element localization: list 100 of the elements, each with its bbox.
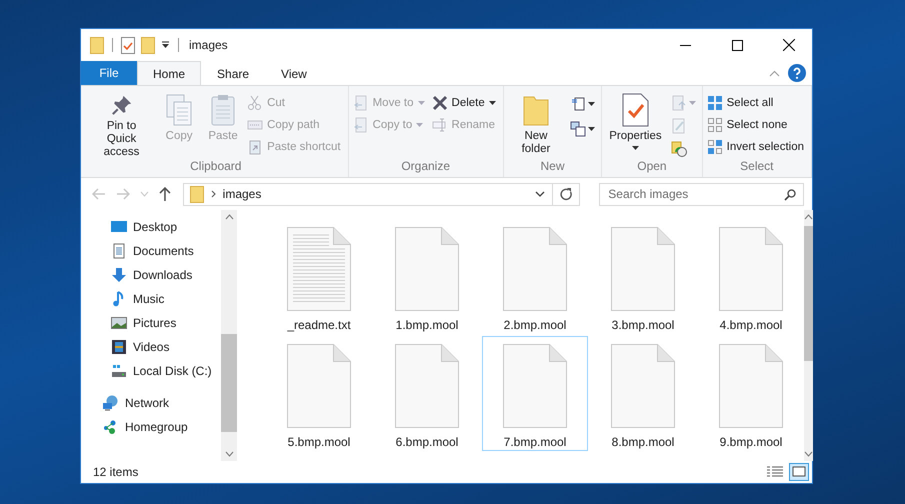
customize-dropdown-icon[interactable]	[161, 41, 170, 49]
nav-label: Downloads	[133, 268, 192, 282]
select-all-icon	[706, 94, 723, 110]
file-item[interactable]: 1.bmp.mool	[374, 219, 480, 334]
group-label: Select	[739, 159, 774, 175]
help-icon[interactable]	[788, 64, 806, 82]
file-item[interactable]: 7.bmp.mool	[482, 336, 588, 451]
ribbon-button[interactable]: Select all	[706, 93, 807, 112]
nav-item[interactable]: Pictures	[81, 311, 221, 335]
nav-item[interactable]: Desktop	[81, 215, 221, 239]
nav-item[interactable]: Downloads	[81, 263, 221, 287]
file-icon	[287, 344, 351, 428]
file-menu-tab[interactable]: File	[81, 61, 137, 85]
nav-label: Network	[125, 396, 170, 410]
file-item[interactable]: 9.bmp.mool	[698, 336, 804, 451]
group-label: Clipboard	[189, 159, 242, 175]
paste-shortcut-icon	[247, 138, 264, 154]
caret-icon	[688, 101, 696, 105]
nav-item[interactable]: Network	[81, 391, 221, 415]
file-name: 2.bmp.mool	[504, 318, 566, 332]
nav-label: Homegroup	[125, 420, 188, 434]
path-text: images	[222, 187, 262, 201]
rename-icon	[432, 116, 448, 132]
close-icon	[783, 39, 795, 51]
network-icon	[103, 395, 119, 411]
file-item[interactable]: 4.bmp.mool	[698, 219, 804, 334]
nav-label: Desktop	[133, 220, 178, 234]
scroll-down-icon[interactable]	[224, 451, 234, 457]
file-name: 4.bmp.mool	[720, 318, 782, 332]
file-name: 5.bmp.mool	[288, 435, 350, 449]
chevron-icon	[210, 190, 216, 198]
group-label: Organize	[400, 159, 452, 175]
file-item[interactable]: 2.bmp.mool	[482, 219, 588, 334]
file-item[interactable]: 5.bmp.mool	[266, 336, 372, 451]
nav-item[interactable]: Music	[81, 287, 221, 311]
cut-icon	[247, 94, 264, 110]
documents-icon	[111, 243, 127, 259]
ribbon-button[interactable]: New folder	[508, 89, 564, 159]
scroll-up-icon[interactable]	[804, 214, 813, 220]
group-label: New	[539, 159, 566, 175]
scrollbar[interactable]	[221, 210, 237, 461]
ribbon-button[interactable]: Select none	[706, 115, 807, 134]
nav-item[interactable]: Videos	[81, 335, 221, 359]
pictures-icon	[111, 315, 127, 331]
nav-item[interactable]: Homegroup	[81, 415, 221, 439]
ribbon-button[interactable]: Delete	[432, 93, 499, 112]
nav-item[interactable]: Documents	[81, 239, 221, 263]
item-count: 12 items	[93, 465, 138, 479]
file-item[interactable]: 3.bmp.mool	[590, 219, 696, 334]
file-icon	[395, 227, 459, 311]
file-icon	[611, 344, 675, 428]
scroll-thumb[interactable]	[221, 334, 237, 432]
file-icon	[503, 344, 567, 428]
folder-icon[interactable]	[90, 36, 104, 54]
details-view-icon[interactable]	[767, 466, 783, 478]
properties-icon[interactable]	[121, 36, 135, 54]
dropdown-icon[interactable]	[535, 191, 546, 197]
file-icon	[719, 344, 783, 428]
downloads-icon	[111, 267, 127, 283]
caret-icon	[418, 100, 425, 104]
new-item-icon	[570, 96, 586, 112]
file-name: _readme.txt	[287, 318, 351, 332]
file-icon	[287, 227, 351, 311]
scroll-down-icon[interactable]	[804, 451, 813, 457]
file-item[interactable]: 6.bmp.mool	[374, 336, 480, 451]
file-icon	[503, 227, 567, 311]
refresh-icon[interactable]	[560, 188, 574, 200]
collapse-ribbon-icon[interactable]	[769, 70, 780, 76]
nav-item[interactable]: Local Disk (C:)	[81, 359, 221, 383]
window-title: images	[189, 38, 228, 52]
scrollbar[interactable]	[804, 210, 813, 461]
scroll-thumb[interactable]	[804, 226, 813, 361]
file-name: 7.bmp.mool	[504, 435, 566, 449]
ribbon-tab[interactable]: Home	[137, 61, 202, 85]
caret-icon	[588, 102, 596, 106]
ribbon-button[interactable]: Invert selection	[706, 137, 807, 156]
ribbon-tab[interactable]: Share	[201, 61, 266, 85]
file-name: 3.bmp.mool	[612, 318, 674, 332]
easy-access-icon	[570, 121, 586, 137]
large-icons-view-icon[interactable]	[789, 463, 809, 481]
ribbon-button[interactable]: Pin to Quick access	[88, 89, 156, 159]
address-bar[interactable]: images	[182, 182, 580, 206]
ribbon-button[interactable]: Properties	[606, 89, 665, 159]
caret-icon	[588, 127, 596, 131]
up-icon[interactable]	[158, 187, 171, 201]
folder-icon[interactable]	[141, 36, 155, 54]
invert-selection-icon	[706, 138, 723, 154]
maximize-icon	[732, 40, 742, 50]
videos-icon	[111, 339, 127, 355]
file-item[interactable]: _readme.txt	[266, 219, 372, 334]
nav-label: Music	[133, 292, 164, 306]
group-label: Open	[636, 159, 668, 175]
ribbon-tab[interactable]: View	[265, 61, 323, 85]
scroll-up-icon[interactable]	[224, 214, 234, 220]
caret-icon	[416, 122, 424, 126]
file-item[interactable]: 8.bmp.mool	[590, 336, 696, 451]
search-field[interactable]: Search images	[599, 182, 804, 206]
edit-icon	[670, 118, 687, 134]
file-icon	[611, 227, 675, 311]
file-icon	[395, 344, 459, 428]
